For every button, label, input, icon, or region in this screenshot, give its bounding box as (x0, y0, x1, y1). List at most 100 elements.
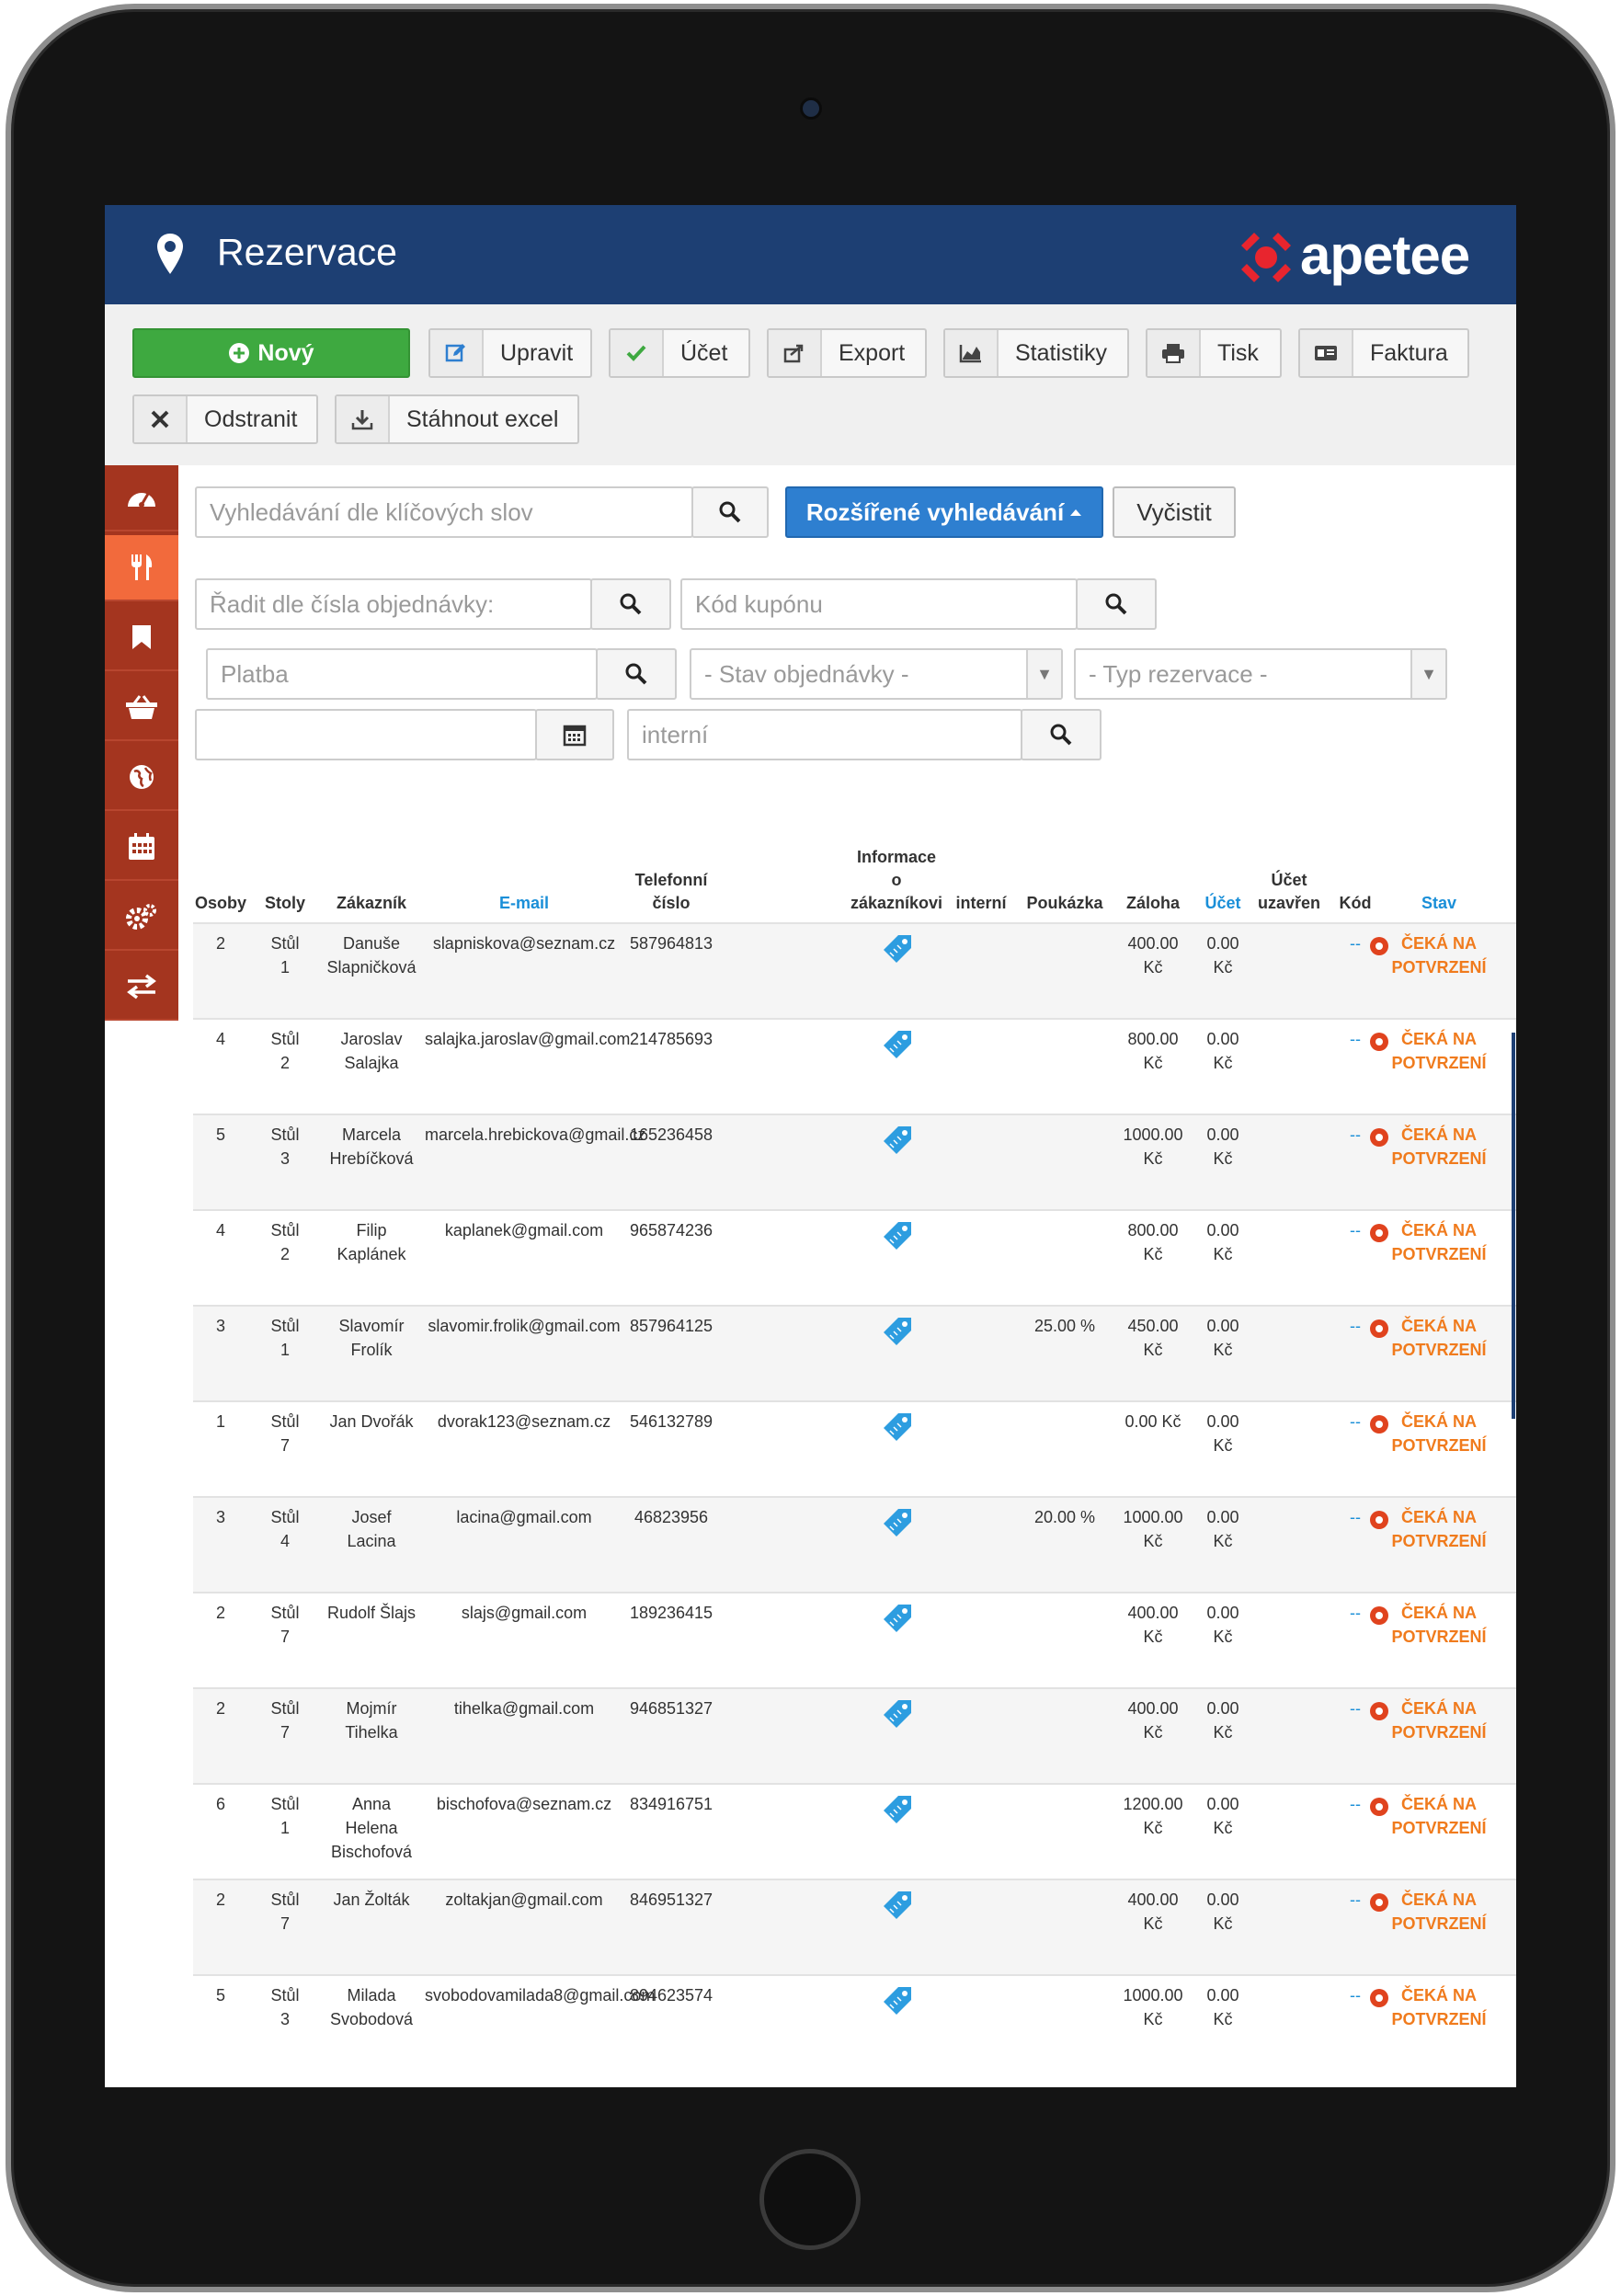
account-closed-indicator-icon[interactable] (1370, 1033, 1388, 1051)
col-account[interactable]: Účet (1195, 892, 1250, 915)
customer-info-tag-icon[interactable] (882, 1890, 913, 1921)
cell-line: Svobodová (329, 2010, 414, 2028)
order-state-select[interactable]: - Stav objednávky - ▼ (690, 648, 1063, 700)
col-code[interactable]: Kód (1331, 892, 1379, 915)
keyword-search-input[interactable]: Vyhledávání dle klíčových slov (195, 486, 693, 538)
payment-search-button[interactable] (596, 648, 677, 700)
clear-button[interactable]: Vyčistit (1113, 486, 1236, 538)
coupon-search-button[interactable] (1076, 578, 1157, 630)
account-closed-indicator-icon[interactable] (1370, 1415, 1388, 1434)
sidebar-item-bookmarks[interactable] (105, 605, 178, 671)
account-closed-indicator-icon[interactable] (1370, 1798, 1388, 1816)
cell-line: 0.00 (1206, 1604, 1239, 1622)
table-row[interactable]: 1 Stůl 7 Jan Dvořák dvorak123@seznam.cz 54613… (193, 1400, 1516, 1496)
sidebar-item-restaurant[interactable] (105, 535, 178, 601)
customer-info-tag-icon[interactable] (882, 1794, 913, 1825)
account-closed-indicator-icon[interactable] (1370, 1319, 1388, 1338)
home-button[interactable] (759, 2149, 861, 2250)
reservation-type-select[interactable]: - Typ rezervace - ▼ (1074, 648, 1447, 700)
cell-email: marcela.hrebickova@gmail.cz (425, 1123, 645, 1147)
customer-info-tag-icon[interactable] (882, 1603, 913, 1634)
col-phone-line2: číslo (652, 894, 691, 912)
table-row[interactable]: 3 Stůl 4 Josef Lacina lacina@gmail.com 4682395… (193, 1496, 1516, 1592)
table-row[interactable]: 2 Stůl 1 Danuše Slapničková slapniskova@sezna… (193, 922, 1516, 1018)
sidebar-item-settings[interactable] (105, 885, 178, 951)
print-button[interactable]: Tisk (1146, 328, 1282, 378)
sidebar-item-globe[interactable] (105, 745, 178, 811)
col-persons[interactable]: Osoby (193, 892, 248, 915)
cell-line: dvorak123@seznam.cz (437, 1412, 611, 1431)
account-closed-indicator-icon[interactable] (1370, 1511, 1388, 1529)
customer-info-tag-icon[interactable] (882, 1316, 913, 1347)
table-row[interactable]: 4 Stůl 2 Jaroslav Salajka salajka.jaroslav@gm… (193, 1018, 1516, 1114)
account-closed-indicator-icon[interactable] (1370, 1893, 1388, 1912)
customer-info-tag-icon[interactable] (882, 1411, 913, 1443)
cell-acc: 0.00 Kč (1197, 1027, 1249, 1075)
edit-button[interactable]: Upravit (428, 328, 592, 378)
col-customer-info[interactable]: Informace o zákazníkovi (846, 846, 947, 915)
advanced-search-button[interactable]: Rozšířené vyhledávání (785, 486, 1103, 538)
customer-info-tag-icon[interactable] (882, 933, 913, 965)
col-internal[interactable]: interní (949, 892, 1013, 915)
table-row[interactable]: 6 Stůl 1 Anna Helena Bischofová bischofova@sez… (193, 1783, 1516, 1879)
cell-line: POTVRZENÍ (1391, 1628, 1487, 1646)
table-row[interactable]: 2 Stůl 7 Jan Žolták zoltakjan@gmail.com 84695… (193, 1879, 1516, 1974)
account-closed-indicator-icon[interactable] (1370, 937, 1388, 955)
account-closed-indicator-icon[interactable] (1370, 1989, 1388, 2007)
col-phone[interactable]: Telefonní číslo (625, 869, 717, 915)
cutlery-icon (131, 554, 153, 580)
col-account-closed[interactable]: Účet uzavřen (1252, 869, 1326, 915)
coupon-code-input[interactable]: Kód kupónu (680, 578, 1078, 630)
account-closed-indicator-icon[interactable] (1370, 1702, 1388, 1720)
order-number-input[interactable]: Řadit dle čísla objednávky: (195, 578, 592, 630)
customer-info-tag-icon[interactable] (882, 1698, 913, 1730)
col-tables[interactable]: Stoly (256, 892, 314, 915)
cell-name: Slavomír Frolík (316, 1314, 427, 1362)
account-closed-indicator-icon[interactable] (1370, 1606, 1388, 1625)
calendar-button[interactable] (535, 709, 614, 760)
col-deposit[interactable]: Záloha (1116, 892, 1190, 915)
cell-line: Stůl (270, 1604, 300, 1622)
internal-input[interactable]: interní (627, 709, 1022, 760)
export-button[interactable]: Export (767, 328, 927, 378)
keyword-search-button[interactable] (691, 486, 769, 538)
table-row[interactable]: 4 Stůl 2 Filip Kaplánek kaplanek@gmail.com 965… (193, 1209, 1516, 1305)
account-closed-indicator-icon[interactable] (1370, 1224, 1388, 1242)
customer-info-tag-icon[interactable] (882, 1507, 913, 1538)
download-excel-button[interactable]: Stáhnout excel (335, 394, 579, 444)
sidebar-item-dashboard[interactable] (105, 465, 178, 531)
invoice-button[interactable]: Faktura (1298, 328, 1469, 378)
col-customer[interactable]: Zákazník (316, 892, 427, 915)
sidebar-item-shop[interactable] (105, 675, 178, 741)
table-row[interactable]: 2 Stůl 7 Rudolf Šlajs slajs@gmail.com 1892364… (193, 1592, 1516, 1687)
customer-info-tag-icon[interactable] (882, 1220, 913, 1251)
date-input[interactable] (195, 709, 537, 760)
scrollbar[interactable] (1512, 1033, 1515, 1419)
account-button[interactable]: Účet (609, 328, 750, 378)
order-number-search-button[interactable] (590, 578, 671, 630)
payment-input[interactable]: Platba (206, 648, 598, 700)
table-row[interactable]: 5 Stůl 3 Marcela Hrebíčková marcela.hrebickov… (193, 1114, 1516, 1209)
col-email[interactable]: E-mail (432, 892, 616, 915)
sidebar-item-transfer[interactable] (105, 954, 178, 1021)
cell-line: Kč (1143, 1245, 1163, 1263)
col-state[interactable]: Stav (1388, 892, 1490, 915)
internal-search-button[interactable] (1021, 709, 1102, 760)
col-voucher[interactable]: Poukázka (1019, 892, 1111, 915)
table-row[interactable]: 2 Stůl 7 Mojmír Tihelka tihelka@gmail.com 9468… (193, 1687, 1516, 1783)
sidebar-item-calendar[interactable] (105, 815, 178, 881)
cell-dep: 800.00 Kč (1116, 1027, 1190, 1075)
statistics-button[interactable]: Statistiky (943, 328, 1129, 378)
customer-info-tag-icon[interactable] (882, 1985, 913, 2016)
cell-line: Kč (1143, 1054, 1163, 1072)
customer-info-tag-icon[interactable] (882, 1125, 913, 1156)
new-button[interactable]: Nový (132, 328, 410, 378)
edit-icon (445, 344, 465, 362)
table-row[interactable]: 3 Stůl 1 Slavomír Frolík slavomir.frolik@gmai… (193, 1305, 1516, 1400)
cell-line: Kč (1213, 1532, 1233, 1550)
delete-button[interactable]: Odstranit (132, 394, 318, 444)
customer-info-tag-icon[interactable] (882, 1029, 913, 1060)
table-row[interactable]: 5 Stůl 3 Milada Svobodová svobodovamilada8@gm… (193, 1974, 1516, 2070)
order-state-value: - Stav objednávky - (704, 659, 909, 688)
account-closed-indicator-icon[interactable] (1370, 1128, 1388, 1147)
